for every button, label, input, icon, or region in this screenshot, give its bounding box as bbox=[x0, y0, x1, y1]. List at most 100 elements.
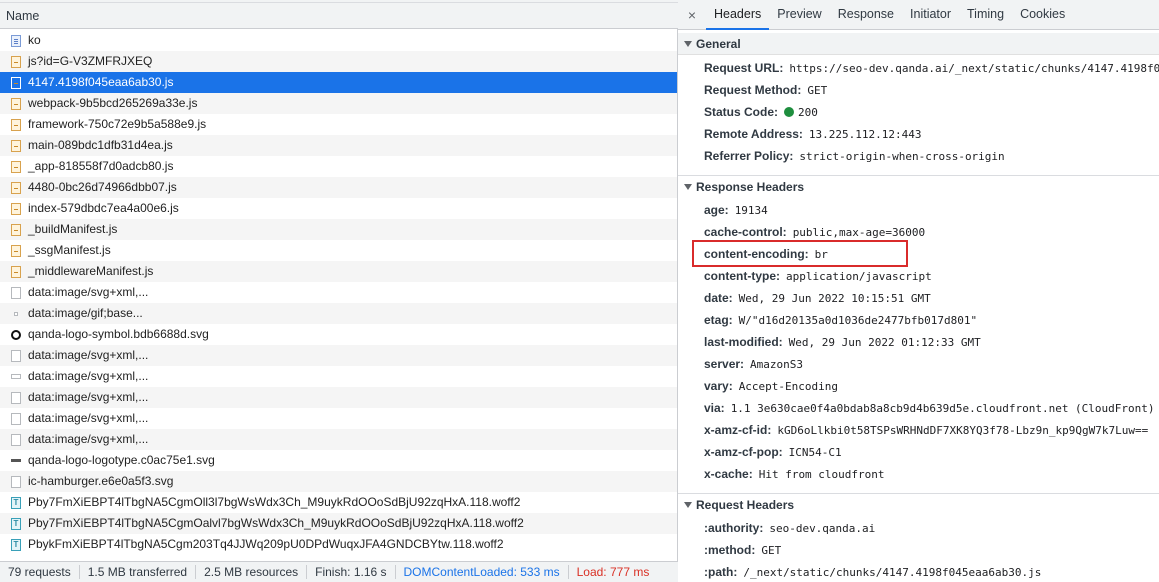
header-row: Request Method: GET bbox=[704, 79, 827, 101]
header-value: W/"d16d20135a0d1036de2477bfb017d801" bbox=[738, 314, 978, 327]
request-row[interactable]: data:image/svg+xml,... bbox=[0, 408, 677, 429]
script-icon bbox=[11, 118, 21, 131]
header-key: content-type: bbox=[704, 269, 780, 283]
general-section-header[interactable]: General bbox=[678, 33, 1159, 55]
name-column-header[interactable]: Name bbox=[0, 3, 678, 29]
general-section-title: General bbox=[696, 37, 741, 51]
request-row[interactable]: index-579dbdc7ea4a00e6.js bbox=[0, 198, 677, 219]
header-row: Referrer Policy: strict-origin-when-cross… bbox=[704, 145, 1005, 167]
header-key: server: bbox=[704, 357, 745, 371]
script-icon bbox=[11, 97, 21, 110]
header-value: AmazonS3 bbox=[750, 358, 804, 371]
request-name: qanda-logo-symbol.bdb6688d.svg bbox=[28, 327, 209, 341]
request-name: _middlewareManifest.js bbox=[28, 264, 154, 278]
dom-content-loaded-time: DOMContentLoaded: 533 ms bbox=[396, 565, 569, 579]
request-name: webpack-9b5bcd265269a33e.js bbox=[28, 96, 198, 110]
header-key: Remote Address: bbox=[704, 127, 803, 141]
request-headers-section-header[interactable]: Request Headers bbox=[678, 493, 1159, 515]
image-icon bbox=[11, 412, 21, 425]
request-name: _buildManifest.js bbox=[28, 222, 118, 236]
image-icon bbox=[11, 475, 21, 488]
request-row[interactable]: data:image/svg+xml,... bbox=[0, 282, 677, 303]
header-value: 200 bbox=[798, 106, 818, 119]
tab-preview[interactable]: Preview bbox=[769, 0, 829, 30]
request-name: Pby7FmXiEBPT4lTbgNA5CgmOll3l7bgWsWdx3Ch_… bbox=[28, 495, 521, 509]
request-row[interactable]: _ssgManifest.js bbox=[0, 240, 677, 261]
header-key: Referrer Policy: bbox=[704, 149, 794, 163]
header-row: server: AmazonS3 bbox=[704, 353, 803, 375]
tab-response[interactable]: Response bbox=[830, 0, 902, 30]
request-row[interactable]: qanda-logo-logotype.c0ac75e1.svg bbox=[0, 450, 677, 471]
response-headers-section-header[interactable]: Response Headers bbox=[678, 175, 1159, 197]
header-key: Status Code: bbox=[704, 105, 779, 119]
request-row[interactable]: T Pby7FmXiEBPT4lTbgNA5CgmOll3l7bgWsWdx3Ch… bbox=[0, 492, 677, 513]
request-row[interactable]: webpack-9b5bcd265269a33e.js bbox=[0, 93, 677, 114]
tab-cookies[interactable]: Cookies bbox=[1012, 0, 1073, 30]
header-value: ICN54-C1 bbox=[788, 446, 842, 459]
tab-headers[interactable]: Headers bbox=[706, 0, 770, 30]
request-headers-section-title: Request Headers bbox=[696, 498, 795, 512]
header-key: Request URL: bbox=[704, 61, 784, 75]
request-rows: ko js?id=G-V3ZMFRJXEQ 4147.4198f045eaa6ab3… bbox=[0, 30, 677, 555]
header-row: :method: GET bbox=[704, 539, 781, 561]
request-row[interactable]: _app-818558f7d0adcb80.js bbox=[0, 156, 677, 177]
request-count: 79 requests bbox=[0, 565, 80, 579]
logotype-icon bbox=[11, 459, 21, 462]
resources-size: 2.5 MB resources bbox=[196, 565, 308, 579]
expand-triangle-icon bbox=[684, 184, 692, 190]
tab-timing[interactable]: Timing bbox=[959, 0, 1012, 30]
response-headers-section-title: Response Headers bbox=[696, 180, 805, 194]
request-row[interactable]: 4147.4198f045eaa6ab30.js bbox=[0, 72, 677, 93]
request-row[interactable]: data:image/svg+xml,... bbox=[0, 387, 677, 408]
image-icon bbox=[11, 349, 21, 362]
request-name: qanda-logo-logotype.c0ac75e1.svg bbox=[28, 453, 215, 467]
script-icon bbox=[11, 265, 21, 278]
header-value: Accept-Encoding bbox=[738, 380, 839, 393]
header-key: cache-control: bbox=[704, 225, 787, 239]
request-row[interactable]: _buildManifest.js bbox=[0, 219, 677, 240]
script-icon bbox=[11, 181, 21, 194]
transferred-size: 1.5 MB transferred bbox=[80, 565, 197, 579]
request-row[interactable]: main-089bdc1dfb31d4ea.js bbox=[0, 135, 677, 156]
request-row[interactable]: data:image/svg+xml,... bbox=[0, 345, 677, 366]
request-name: ic-hamburger.e6e0a5f3.svg bbox=[28, 474, 174, 488]
header-value: GET bbox=[807, 84, 828, 97]
font-icon: T bbox=[11, 538, 21, 551]
request-name: data:image/svg+xml,... bbox=[28, 285, 149, 299]
request-row[interactable]: T PbykFmXiEBPT4lTbgNA5Cgm203Tq4JJWq209pU0… bbox=[0, 534, 677, 555]
request-row[interactable]: data:image/gif;base... bbox=[0, 303, 677, 324]
request-row[interactable]: data:image/svg+xml,... bbox=[0, 366, 677, 387]
request-name: data:image/svg+xml,... bbox=[28, 432, 149, 446]
request-row[interactable]: ko bbox=[0, 30, 677, 51]
header-row: x-amz-cf-id: kGD6oLlkbi0t58TSPsWRHNdDF7XK… bbox=[704, 419, 1148, 441]
request-row[interactable]: _middlewareManifest.js bbox=[0, 261, 677, 282]
wide-image-icon bbox=[11, 374, 21, 379]
request-row[interactable]: js?id=G-V3ZMFRJXEQ bbox=[0, 51, 677, 72]
header-key: vary: bbox=[704, 379, 733, 393]
script-icon bbox=[11, 160, 21, 173]
image-icon bbox=[11, 433, 21, 446]
details-tab-bar: × Headers Preview Response Initiator Tim… bbox=[678, 0, 1159, 30]
logo-icon bbox=[11, 329, 21, 340]
request-row[interactable]: framework-750c72e9b5a588e9.js bbox=[0, 114, 677, 135]
header-row: age: 19134 bbox=[704, 199, 768, 221]
request-row[interactable]: T Pby7FmXiEBPT4lTbgNA5CgmOalvl7bgWsWdx3Ch… bbox=[0, 513, 677, 534]
request-details-pane: × Headers Preview Response Initiator Tim… bbox=[678, 0, 1159, 582]
request-row[interactable]: qanda-logo-symbol.bdb6688d.svg bbox=[0, 324, 677, 345]
tab-initiator[interactable]: Initiator bbox=[902, 0, 959, 30]
status-ok-dot-icon bbox=[784, 107, 795, 117]
close-icon[interactable]: × bbox=[678, 0, 706, 30]
script-icon bbox=[11, 76, 21, 89]
header-key: last-modified: bbox=[704, 335, 783, 349]
header-value: Wed, 29 Jun 2022 01:12:33 GMT bbox=[788, 336, 981, 349]
header-row: date: Wed, 29 Jun 2022 10:15:51 GMT bbox=[704, 287, 931, 309]
request-row[interactable]: data:image/svg+xml,... bbox=[0, 429, 677, 450]
request-name: PbykFmXiEBPT4lTbgNA5Cgm203Tq4JJWq209pU0D… bbox=[28, 537, 504, 551]
request-row[interactable]: ic-hamburger.e6e0a5f3.svg bbox=[0, 471, 677, 492]
header-row: via: 1.1 3e630cae0f4a0bdab8a8cb9d4b639d5e… bbox=[704, 397, 1155, 419]
header-key: :authority: bbox=[704, 521, 764, 535]
request-name: main-089bdc1dfb31d4ea.js bbox=[28, 138, 173, 152]
request-row[interactable]: 4480-0bc26d74966dbb07.js bbox=[0, 177, 677, 198]
expand-triangle-icon bbox=[684, 502, 692, 508]
header-value: seo-dev.qanda.ai bbox=[769, 522, 876, 535]
